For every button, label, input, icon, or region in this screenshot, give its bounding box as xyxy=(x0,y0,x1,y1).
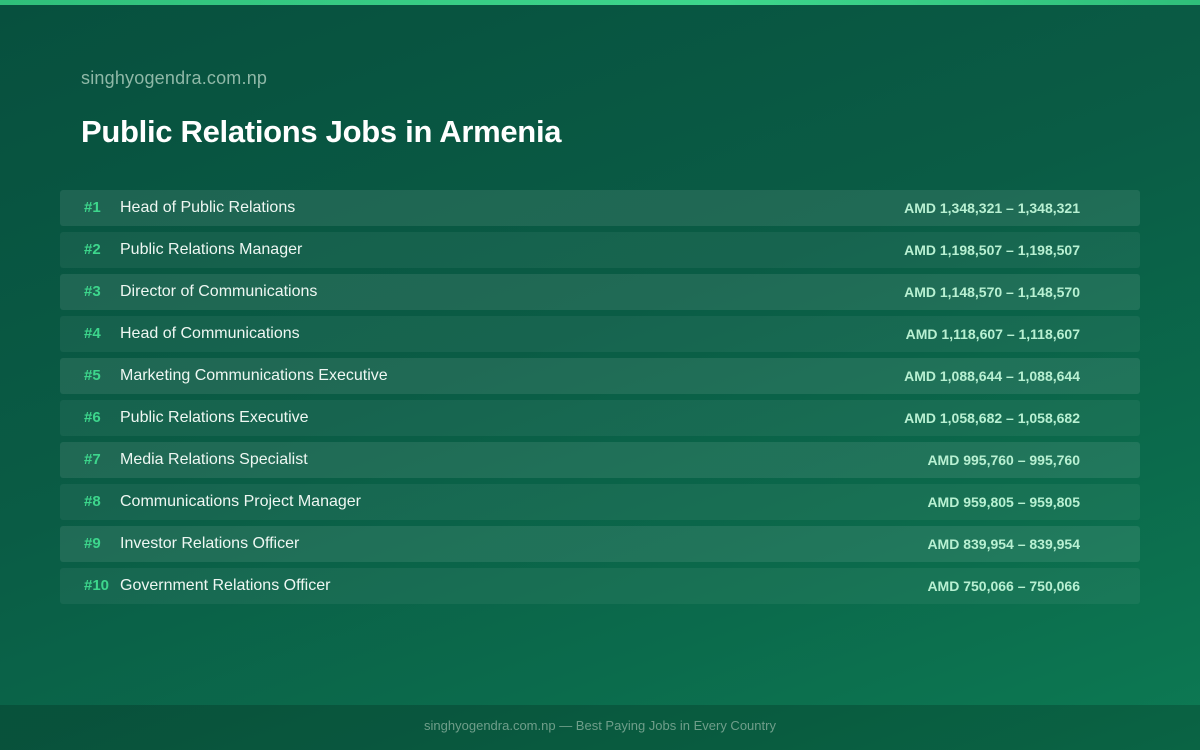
job-salary: AMD 959,805 – 959,805 xyxy=(927,494,1080,510)
job-rank: #7 xyxy=(84,451,101,468)
job-rank: #9 xyxy=(84,535,101,552)
job-title: Director of Communications xyxy=(120,283,318,300)
job-salary: AMD 839,954 – 839,954 xyxy=(927,536,1080,552)
job-rank: #8 xyxy=(84,493,101,510)
job-title: Head of Public Relations xyxy=(120,199,296,216)
footer-text: singhyogendra.com.np — Best Paying Jobs … xyxy=(424,718,776,733)
job-title: Investor Relations Officer xyxy=(120,535,300,552)
job-rank: #2 xyxy=(84,241,101,258)
table-row: #6 Public Relations Executive AMD 1,058,… xyxy=(60,400,1140,436)
job-salary: AMD 1,058,682 – 1,058,682 xyxy=(904,410,1080,426)
table-row: #9 Investor Relations Officer AMD 839,95… xyxy=(60,526,1140,562)
job-title: Media Relations Specialist xyxy=(120,451,308,468)
job-rank: #5 xyxy=(84,367,101,384)
table-row: #10 Government Relations Officer AMD 750… xyxy=(60,568,1140,604)
job-title: Head of Communications xyxy=(120,325,300,342)
table-row: #4 Head of Communications AMD 1,118,607 … xyxy=(60,316,1140,352)
job-title: Government Relations Officer xyxy=(120,577,331,594)
job-title: Communications Project Manager xyxy=(120,493,361,510)
top-accent-bar xyxy=(0,0,1200,5)
job-salary: AMD 1,118,607 – 1,118,607 xyxy=(905,326,1080,342)
table-row: #1 Head of Public Relations AMD 1,348,32… xyxy=(60,190,1140,226)
job-salary: AMD 750,066 – 750,066 xyxy=(927,578,1080,594)
job-salary: AMD 995,760 – 995,760 xyxy=(927,452,1080,468)
job-rank: #3 xyxy=(84,283,101,300)
table-row: #8 Communications Project Manager AMD 95… xyxy=(60,484,1140,520)
job-title: Public Relations Executive xyxy=(120,409,309,426)
job-rank: #10 xyxy=(84,577,110,594)
table-row: #3 Director of Communications AMD 1,148,… xyxy=(60,274,1140,310)
job-rank: #4 xyxy=(84,325,101,342)
job-salary: AMD 1,088,644 – 1,088,644 xyxy=(904,368,1080,384)
footer: singhyogendra.com.np — Best Paying Jobs … xyxy=(0,705,1200,750)
job-list: #1 Head of Public Relations AMD 1,348,32… xyxy=(60,190,1140,610)
job-salary: AMD 1,348,321 – 1,348,321 xyxy=(904,200,1080,216)
job-title: Public Relations Manager xyxy=(120,241,303,258)
job-salary: AMD 1,148,570 – 1,148,570 xyxy=(904,284,1080,300)
job-rank: #6 xyxy=(84,409,101,426)
job-salary: AMD 1,198,507 – 1,198,507 xyxy=(904,242,1080,258)
page-title: Public Relations Jobs in Armenia xyxy=(81,114,562,149)
site-name: singhyogendra.com.np xyxy=(81,68,268,88)
job-title: Marketing Communications Executive xyxy=(120,367,388,384)
table-row: #2 Public Relations Manager AMD 1,198,50… xyxy=(60,232,1140,268)
table-row: #7 Media Relations Specialist AMD 995,76… xyxy=(60,442,1140,478)
table-row: #5 Marketing Communications Executive AM… xyxy=(60,358,1140,394)
job-rank: #1 xyxy=(84,199,101,216)
